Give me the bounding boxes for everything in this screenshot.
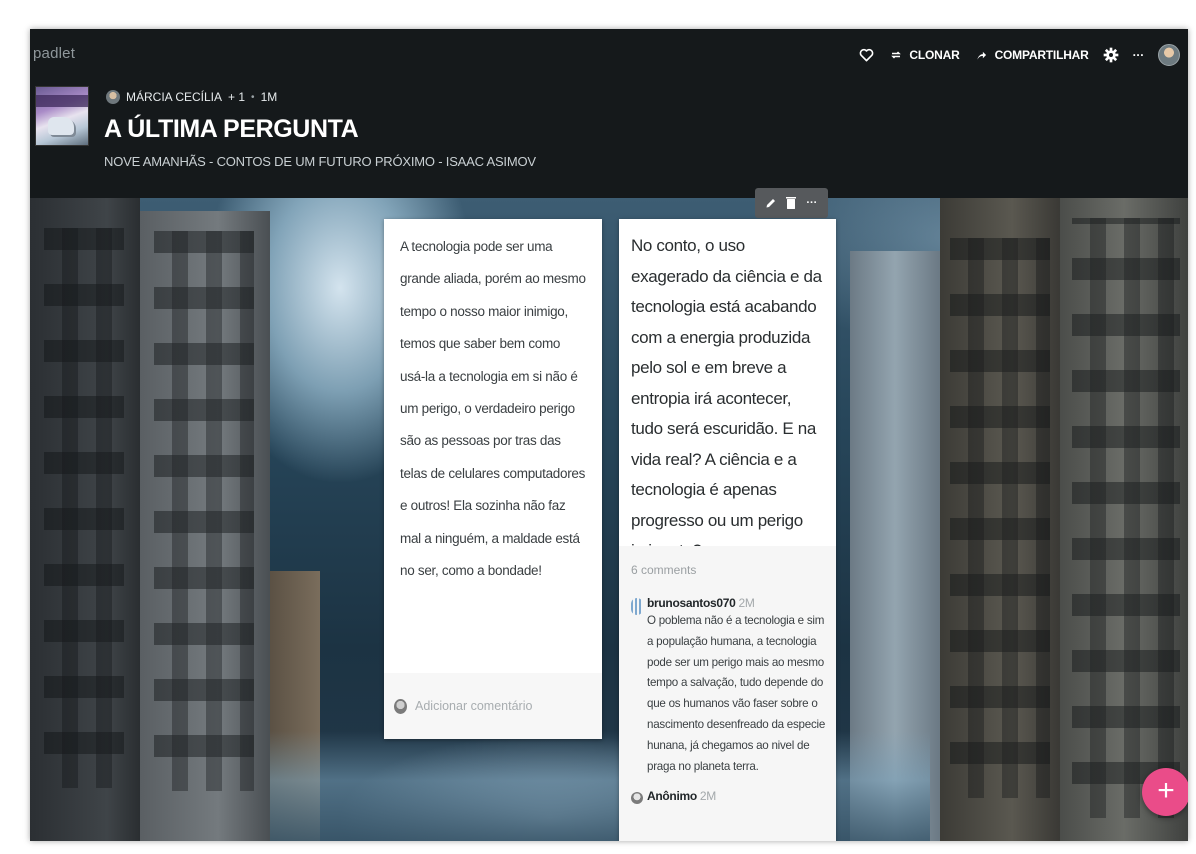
commenter-avatar [631, 792, 643, 805]
post-body: A tecnologia pode ser uma grande aliada,… [400, 239, 586, 579]
comment-time: 2M [699, 789, 716, 804]
add-post-button[interactable]: + [1142, 768, 1188, 816]
comment: Anônimo 2M [631, 789, 828, 805]
heart-icon[interactable] [858, 47, 874, 63]
thumbnail-figure [48, 117, 74, 135]
comment-header: Anônimo 2M [647, 789, 716, 803]
share-label: COMPARTILHAR [994, 48, 1089, 62]
trash-icon[interactable] [783, 194, 799, 212]
commenter-avatar [631, 598, 643, 615]
author-name[interactable]: MÁRCIA CECÍLIA [126, 90, 222, 104]
clone-button[interactable]: CLONAR [888, 47, 960, 63]
share-icon [974, 47, 990, 63]
comments-section: 6 comments brunosantos070 2M O poblema nã… [619, 546, 836, 841]
clone-icon [888, 47, 904, 63]
background-wallpaper [30, 198, 1188, 841]
share-button[interactable]: COMPARTILHAR [974, 47, 1089, 63]
post-card[interactable]: No conto, o uso exagerado da ciência e d… [619, 219, 836, 841]
comment-header: brunosantos070 2M [647, 596, 828, 610]
board-header: padlet CLONAR COMPARTILHAR ··· MÁRCIA CE… [30, 29, 1188, 198]
post-card[interactable]: A tecnologia pode ser uma grande aliada,… [384, 219, 602, 739]
board-age: 1M [260, 90, 278, 104]
meta-separator: • [251, 91, 255, 103]
more-icon[interactable]: ··· [804, 194, 820, 212]
building-right-2 [940, 198, 1060, 841]
building-left-2 [140, 211, 270, 841]
comment-author[interactable]: brunosantos070 [647, 596, 736, 610]
post-body: No conto, o uso exagerado da ciência e d… [631, 236, 822, 560]
page-title: A ÚLTIMA PERGUNTA [104, 115, 359, 143]
author-avatar [106, 90, 120, 104]
avatar[interactable] [1158, 44, 1180, 66]
comments-count[interactable]: 6 comments [631, 563, 828, 577]
gear-icon[interactable] [1103, 47, 1119, 63]
post-actions: ··· [755, 188, 828, 218]
more-icon[interactable]: ··· [1133, 48, 1145, 62]
thumbnail-band [36, 95, 88, 107]
comment-author[interactable]: Anônimo [647, 789, 697, 803]
comment: brunosantos070 2M O poblema não é a tecno… [631, 596, 828, 777]
board-thumbnail [35, 86, 89, 146]
page-subtitle: NOVE AMANHÃS - CONTOS DE UM FUTURO PRÓXI… [104, 154, 536, 169]
comment-time: 2M [738, 596, 755, 610]
padlet-window: padlet CLONAR COMPARTILHAR ··· MÁRCIA CE… [30, 29, 1188, 841]
commenter-avatar [394, 698, 407, 714]
plus-count: + 1 [228, 90, 246, 104]
add-comment-placeholder: Adicionar comentário [415, 699, 533, 713]
add-comment-field[interactable]: Adicionar comentário [384, 673, 602, 739]
comment-text: O poblema não é a tecnologia e sim a pop… [647, 614, 826, 773]
toolbar: CLONAR COMPARTILHAR ··· [858, 42, 1180, 68]
building-right-3 [1060, 198, 1188, 841]
clone-label: CLONAR [909, 48, 960, 62]
pencil-icon[interactable] [763, 194, 779, 212]
plus-icon: + [1157, 774, 1175, 807]
building-left-1 [30, 198, 140, 841]
brand-logo[interactable]: padlet [33, 45, 75, 62]
board-meta: MÁRCIA CECÍLIA + 1 • 1M [106, 90, 277, 104]
